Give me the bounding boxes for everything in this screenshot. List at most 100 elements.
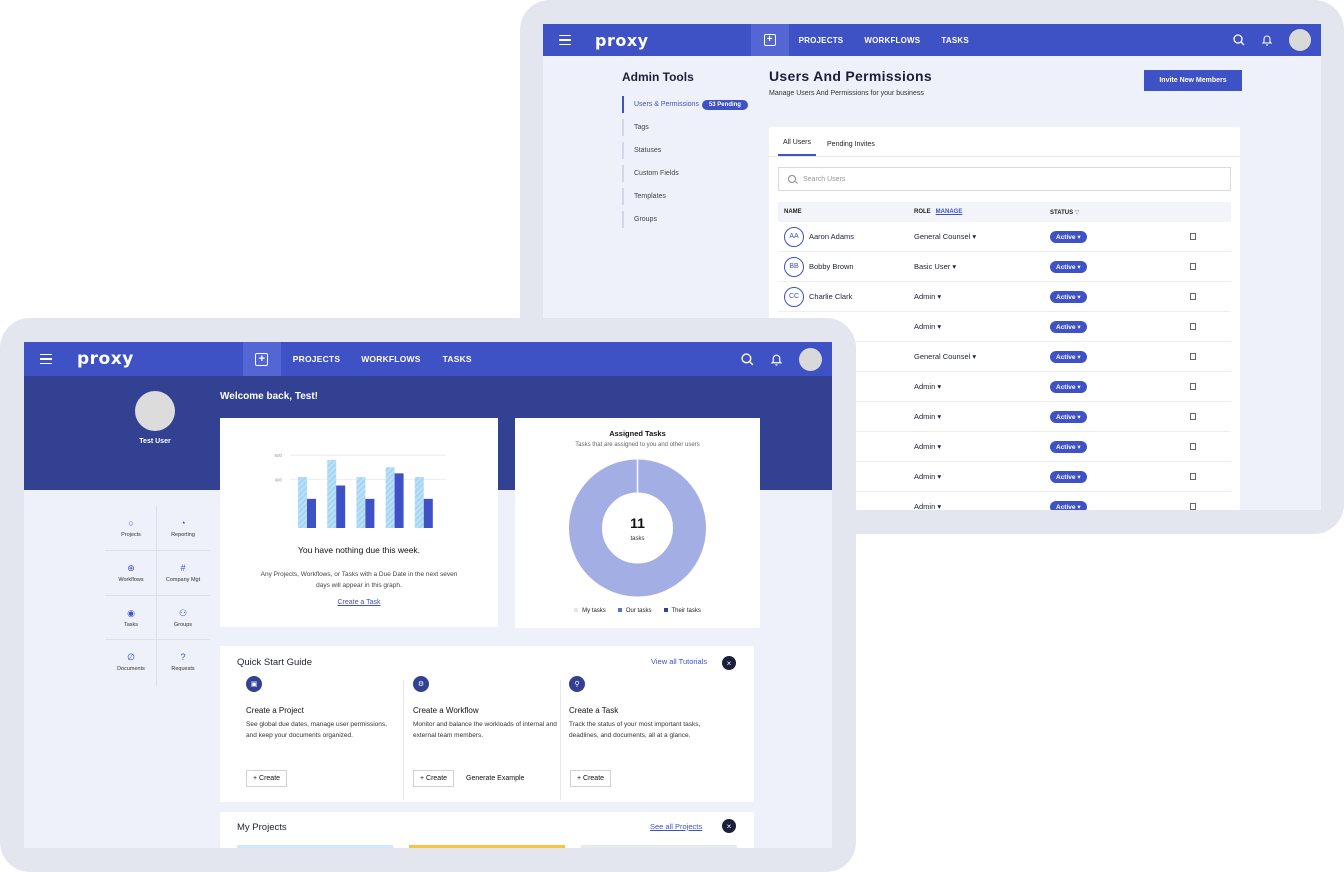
create-project-button[interactable]: + Create [246, 770, 288, 787]
sidebar-item-tags[interactable]: Tags [622, 119, 758, 136]
quick-link-reporting[interactable]: ◔ Reporting [157, 506, 209, 550]
sidebar-item-statuses[interactable]: Statuses [622, 142, 758, 159]
bar-value-4[interactable] [394, 473, 404, 528]
delete-user-button[interactable] [1186, 473, 1206, 480]
delete-user-button[interactable] [1186, 233, 1206, 240]
close-icon[interactable]: × [722, 656, 736, 670]
quick-link-groups[interactable]: ⚇ Groups [157, 596, 209, 640]
bar-value-5[interactable] [423, 498, 433, 528]
status-badge[interactable]: Active ▾ [1050, 260, 1087, 273]
status-badge[interactable]: Active ▾ [1050, 350, 1087, 363]
nav-projects[interactable]: PROJECTS [293, 354, 340, 364]
quick-add-button[interactable]: + [242, 342, 281, 376]
nav-tasks[interactable]: TASKS [443, 354, 472, 364]
status-badge[interactable]: Active ▾ [1050, 290, 1087, 303]
bell-icon[interactable] [1261, 34, 1273, 46]
role-dropdown[interactable]: Basic User ▾ [914, 262, 1050, 271]
table-row[interactable]: AA Aaron Adams General Counsel ▾ Active ▾ [778, 222, 1231, 252]
project-card-strip[interactable] [409, 845, 565, 848]
close-icon[interactable]: × [722, 819, 736, 833]
delete-user-button[interactable] [1186, 353, 1206, 360]
delete-user-button[interactable] [1186, 413, 1206, 420]
create-task-button[interactable]: + Create [570, 770, 612, 787]
search-icon[interactable] [741, 352, 754, 366]
sidebar-item-templates[interactable]: Templates [622, 188, 758, 205]
role-dropdown[interactable]: Admin ▾ [914, 322, 1050, 331]
delete-user-button[interactable] [1186, 293, 1206, 300]
quick-link-company-mgt[interactable]: # Company Mgt [157, 551, 209, 595]
manage-roles-link[interactable]: MANAGE [936, 209, 963, 215]
user-name-cell: AA Aaron Adams [778, 226, 914, 247]
user-avatar[interactable] [1289, 29, 1311, 51]
sidebar-item-users-permissions[interactable]: Users & Permissions 53 Pending [622, 96, 758, 113]
project-card-strip[interactable] [581, 845, 737, 848]
table-row[interactable]: BB Bobby Brown Basic User ▾ Active ▾ [778, 252, 1231, 282]
nav-tasks[interactable]: TASKS [941, 36, 969, 45]
bell-icon[interactable] [770, 353, 783, 366]
role-dropdown[interactable]: Admin ▾ [914, 292, 1050, 301]
quick-link-workflows[interactable]: ⊕ Workflows [105, 551, 157, 595]
status-badge[interactable]: Active ▾ [1050, 320, 1087, 333]
role-dropdown[interactable]: Admin ▾ [914, 412, 1050, 421]
brand-logo[interactable]: proxy [77, 349, 134, 369]
delete-user-button[interactable] [1186, 443, 1206, 450]
sidebar-item-groups[interactable]: Groups [622, 211, 758, 228]
sidebar-item-custom-fields[interactable]: Custom Fields [622, 165, 758, 182]
nav-workflows[interactable]: WORKFLOWS [361, 354, 420, 364]
see-all-projects-link[interactable]: See all Projects [650, 822, 702, 831]
hamburger-menu-icon[interactable] [559, 34, 571, 46]
delete-user-button[interactable] [1186, 323, 1206, 330]
generate-example-button[interactable]: Generate Example [466, 775, 524, 782]
sidebar-item-label: Templates [634, 193, 666, 200]
role-dropdown[interactable]: Admin ▾ [914, 382, 1050, 391]
tab-all-users[interactable]: All Users [778, 139, 817, 156]
hamburger-menu-icon[interactable] [40, 353, 52, 365]
status-badge[interactable]: Active ▾ [1050, 230, 1087, 243]
quick-link-documents[interactable]: ∅ Documents [105, 640, 157, 684]
search-icon[interactable] [1233, 34, 1245, 46]
column-status[interactable]: STATUS ▽ [1050, 209, 1150, 216]
status-badge[interactable]: Active ▾ [1050, 440, 1087, 453]
nav-projects[interactable]: PROJECTS [799, 36, 844, 45]
quick-link-tasks[interactable]: ◉ Tasks [105, 596, 157, 640]
status-badge[interactable]: Active ▾ [1050, 500, 1087, 510]
view-tutorials-link[interactable]: View all Tutorials [651, 657, 707, 666]
delete-user-button[interactable] [1186, 383, 1206, 390]
profile-avatar[interactable] [135, 391, 175, 431]
status-badge[interactable]: Active ▾ [1050, 470, 1087, 483]
bar-value-3[interactable] [365, 498, 375, 528]
role-dropdown[interactable]: Admin ▾ [914, 472, 1050, 481]
bar-value-1[interactable] [307, 498, 316, 528]
question-icon: ? [180, 651, 186, 662]
table-row[interactable]: CC Charlie Clark Admin ▾ Active ▾ [778, 282, 1231, 312]
nav-workflows[interactable]: WORKFLOWS [864, 36, 920, 45]
quick-add-button[interactable]: + [750, 24, 789, 56]
status-badge[interactable]: Active ▾ [1050, 380, 1087, 393]
user-name: Charlie Clark [809, 292, 853, 301]
quick-link-requests[interactable]: ? Requests [157, 640, 209, 684]
bar-value-2[interactable] [336, 485, 346, 529]
delete-user-button[interactable] [1186, 263, 1206, 270]
brand-logo[interactable]: proxy [595, 31, 649, 50]
user-avatar[interactable] [799, 347, 822, 371]
bar-background-2[interactable] [327, 460, 337, 528]
invite-members-button[interactable]: Invite New Members [1144, 70, 1242, 91]
due-this-week-card: 600 400 You have nothing due this week. A… [220, 418, 498, 627]
bar-background-4[interactable] [385, 467, 395, 528]
project-card-strip[interactable] [237, 845, 393, 848]
delete-user-button[interactable] [1186, 503, 1206, 510]
bar-background-5[interactable] [414, 477, 424, 528]
filter-icon[interactable]: ▽ [1075, 210, 1080, 216]
create-task-link[interactable]: Create a Task [220, 599, 498, 606]
role-dropdown[interactable]: Admin ▾ [914, 442, 1050, 451]
status-badge[interactable]: Active ▾ [1050, 410, 1087, 423]
quick-link-projects[interactable]: ○ Projects [105, 506, 157, 550]
role-dropdown[interactable]: General Counsel ▾ [914, 352, 1050, 361]
bar-background-1[interactable] [298, 477, 307, 528]
role-dropdown[interactable]: General Counsel ▾ [914, 232, 1050, 241]
tab-pending-invites[interactable]: Pending Invites [822, 141, 880, 156]
bar-background-3[interactable] [356, 477, 366, 528]
role-dropdown[interactable]: Admin ▾ [914, 502, 1050, 510]
search-users-input[interactable]: Search Users [778, 167, 1231, 191]
create-workflow-button[interactable]: + Create [413, 770, 455, 787]
